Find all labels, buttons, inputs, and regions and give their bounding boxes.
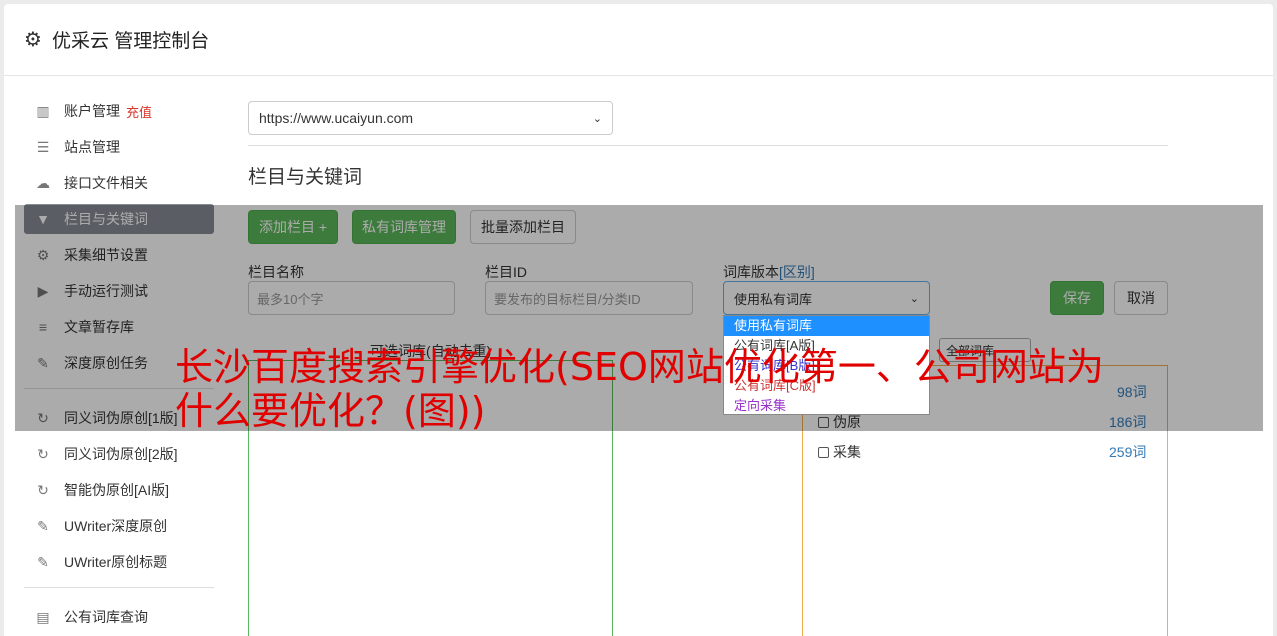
edit-icon: ✎ [37,553,49,570]
sidebar-item-label: 智能伪原创[AI版] [64,482,170,498]
section-title: 栏目与关键词 [248,167,363,188]
sidebar-item-ai-rewrite[interactable]: ↻ 智能伪原创[AI版] [24,475,214,505]
server-icon: ☰ [36,138,50,155]
sidebar-item-label: 接口文件相关 [64,175,148,191]
overlay-headline: 长沙百度搜索引擎优化(SEO网站优化第一、公司网站为什么要优化？(图)) [175,345,1104,433]
sidebar-item-label: 同义词伪原创[2版] [64,446,178,462]
refresh-icon: ↻ [37,445,49,462]
sidebar-item-label: UWriter原创标题 [64,554,168,570]
edit-icon: ✎ [37,517,49,534]
site-select-value: https://www.ucaiyun.com [259,110,414,126]
site-select[interactable]: https://www.ucaiyun.com ⌄ [248,101,613,135]
sidebar-item-synonym-v2[interactable]: ↻ 同义词伪原创[2版] [24,439,214,469]
chevron-down-icon: ⌄ [592,112,602,125]
cloud-upload-icon: ☁ [36,174,50,191]
lib-option-label: 采集 [833,444,861,460]
sidebar-item-account[interactable]: ▥ 账户管理 充值 [24,96,214,126]
sidebar-item-label: 公有词库查询 [64,609,148,625]
gear-icon: ⚙ [24,29,42,51]
word-count: 259词 [1109,444,1147,460]
sidebar-item-uwriter-original[interactable]: ✎ UWriter深度原创 [24,511,214,541]
sidebar-item-interface[interactable]: ☁ 接口文件相关 [24,168,214,198]
sidebar-item-uwriter-title[interactable]: ✎ UWriter原创标题 [24,547,214,577]
refresh-icon: ↻ [37,481,49,498]
checkbox[interactable] [818,446,829,458]
bar-chart-icon: ▥ [36,102,50,119]
sidebar-item-label: 站点管理 [64,139,120,155]
lib-option-row[interactable]: 采集 [818,442,861,462]
sidebar-divider [24,587,214,588]
sidebar-item-label: UWriter深度原创 [64,518,168,534]
page-header: ⚙ 优采云 管理控制台 [4,4,1273,76]
recharge-link[interactable]: 充值 [126,102,152,121]
page-title: 优采云 管理控制台 [51,31,210,52]
divider [248,145,1168,146]
sidebar-item-label: 账户管理 [64,103,120,119]
dropdown-option[interactable]: 使用私有词库 [724,316,929,336]
sidebar-item-public-lib[interactable]: ▤ 公有词库查询 [24,602,214,632]
book-icon: ▤ [36,608,50,625]
sidebar-item-sites[interactable]: ☰ 站点管理 [24,132,214,162]
